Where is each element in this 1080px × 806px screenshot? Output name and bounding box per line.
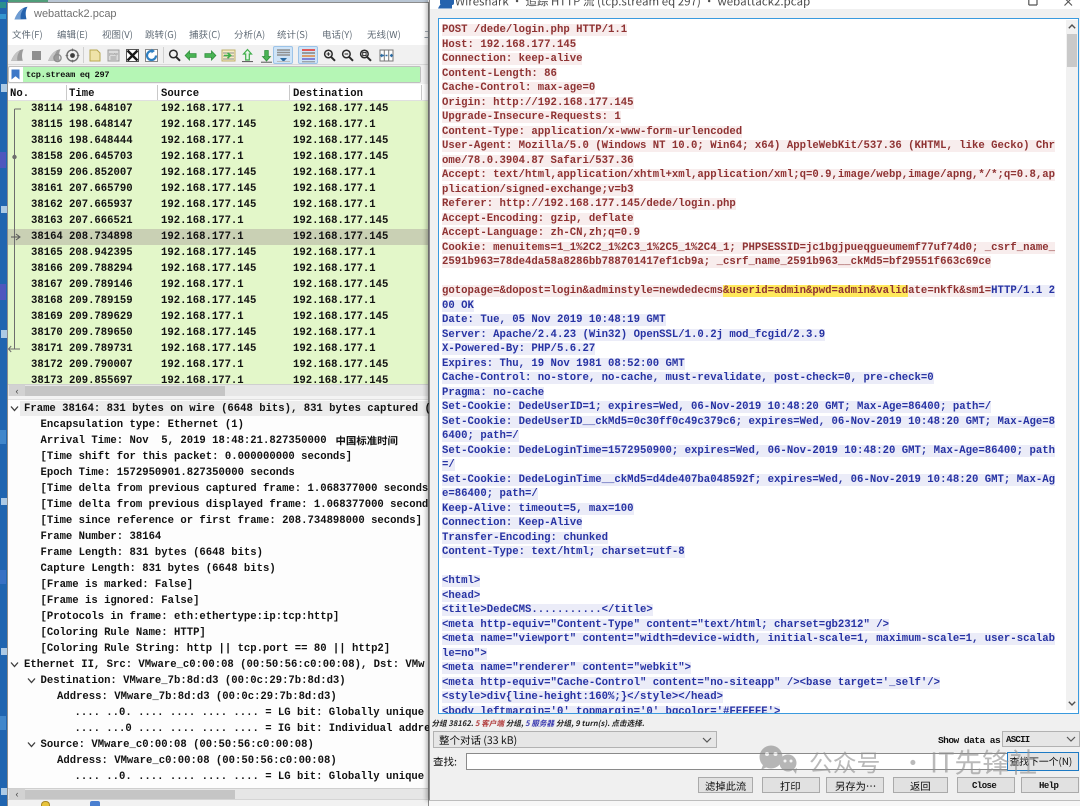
svg-text:pcap: pcap bbox=[109, 51, 118, 56]
